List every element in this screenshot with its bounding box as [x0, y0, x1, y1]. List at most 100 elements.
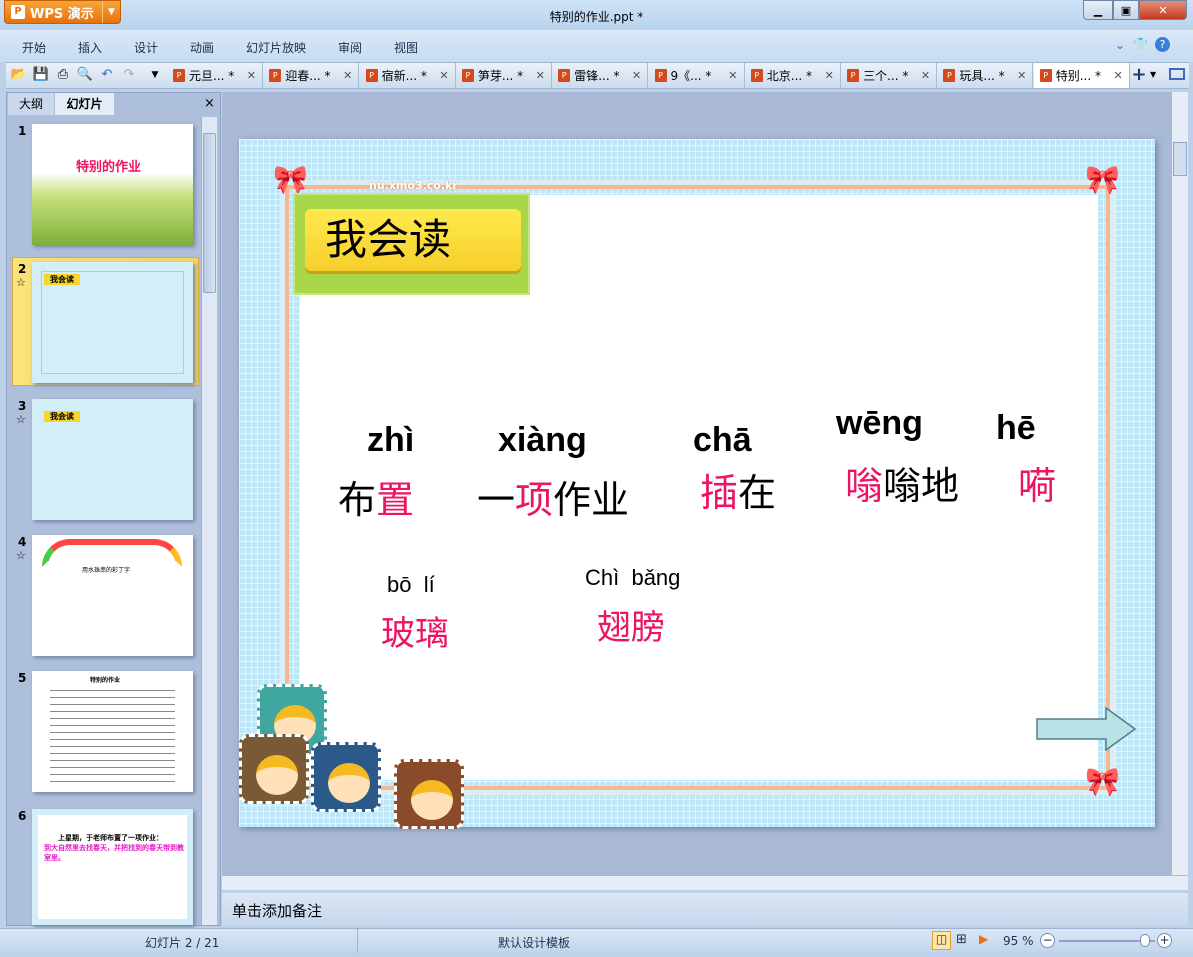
minimize-button[interactable]: ▁ — [1083, 0, 1113, 20]
thumb-text: 上星期，于老师布置了一项作业： — [58, 834, 163, 842]
close-tab-icon[interactable]: ✕ — [728, 69, 737, 82]
word: 插在 — [700, 471, 777, 515]
slide-thumb-4[interactable]: 用水珠串的彩丁字 — [32, 535, 193, 656]
document-tab[interactable]: P 三个... * ✕ — [841, 63, 938, 88]
print-icon[interactable]: ⎙ — [54, 66, 72, 84]
ppt-file-icon: P — [1039, 69, 1052, 82]
ppt-file-icon: P — [558, 69, 571, 82]
close-tab-icon[interactable]: ✕ — [247, 69, 256, 82]
scroll-thumb[interactable] — [1173, 142, 1187, 176]
menu-bar — [0, 30, 1193, 62]
animation-star-icon: ☆ — [16, 549, 26, 562]
word: 布置 — [338, 478, 415, 522]
document-tab[interactable]: P 雷锋... * ✕ — [552, 63, 649, 88]
zoom-out-button[interactable]: − — [1040, 933, 1055, 948]
thumb-number: 2 — [18, 262, 27, 276]
document-tab[interactable]: P 宿新... * ✕ — [360, 63, 456, 88]
menu-slideshow[interactable]: 幻灯片放映 — [246, 39, 306, 56]
word: 一项作业 — [477, 478, 630, 522]
menu-review[interactable]: 审阅 — [338, 39, 362, 56]
close-tab-icon[interactable]: ✕ — [1017, 69, 1026, 82]
vertical-scrollbar[interactable] — [1171, 92, 1188, 877]
menu-animation[interactable]: 动画 — [190, 39, 214, 56]
ppt-file-icon: P — [461, 69, 474, 82]
thumb-number: 1 — [18, 124, 27, 138]
menu-home[interactable]: 开始 — [22, 39, 46, 56]
slide-title[interactable]: 我会读 — [305, 209, 521, 271]
slide-thumb-6[interactable]: 上星期，于老师布置了一项作业： 到大自然里去找春天，并把找到的春天带到教室里。 — [32, 809, 193, 925]
pinyin: Chì bǎng — [585, 565, 681, 590]
tab-label: 元旦... * — [189, 69, 235, 83]
ppt-file-icon: P — [173, 69, 185, 82]
close-button[interactable]: ✕ — [1139, 0, 1187, 20]
document-tab[interactable]: P 玩具... * ✕ — [937, 63, 1034, 88]
document-tab[interactable]: P 迎春... * ✕ — [263, 63, 360, 88]
notes-area[interactable]: 单击添加备注 — [222, 893, 1188, 926]
current-slide[interactable]: nu.xmo3.co.kr 🎀 🎀 🎀 我会读 zhì xiàng chā wē… — [239, 139, 1155, 829]
next-arrow-icon[interactable] — [1036, 707, 1136, 751]
menu-design[interactable]: 设计 — [134, 39, 158, 56]
close-tab-icon[interactable]: ✕ — [921, 69, 930, 82]
menu-view[interactable]: 视图 — [394, 39, 418, 56]
document-tab[interactable]: P 笋芽... * ✕ — [456, 63, 552, 88]
bow-icon: 🎀 — [1085, 163, 1120, 196]
panel-close-icon[interactable]: × — [204, 96, 215, 111]
window-mode-icon[interactable] — [1169, 68, 1185, 80]
bow-icon: 🎀 — [1085, 765, 1120, 798]
tab-label: 宿新... * — [381, 69, 427, 83]
close-tab-icon[interactable]: ✕ — [632, 69, 641, 82]
thumb-text: 用水珠串的彩丁字 — [82, 567, 131, 574]
slide-thumb-1[interactable]: 特别的作业 — [32, 124, 193, 245]
tab-outline[interactable]: 大纲 — [8, 93, 54, 115]
help-icon[interactable]: ? — [1155, 37, 1170, 52]
collapse-ribbon-icon[interactable]: ⌄ — [1115, 38, 1125, 52]
slide-sorter-icon[interactable]: ⊞ — [956, 932, 967, 947]
skin-icon[interactable]: 👕 — [1133, 37, 1148, 51]
document-tab[interactable]: P 元旦... * ✕ — [167, 63, 263, 88]
cartoon-kid-image — [239, 734, 309, 804]
close-tab-icon[interactable]: ✕ — [439, 69, 448, 82]
word: 玻璃 — [381, 614, 449, 654]
maximize-button[interactable]: ▣ — [1113, 0, 1139, 20]
tab-label: 玩具... * — [959, 69, 1005, 83]
thumb-title: 我会读 — [44, 274, 80, 285]
document-tab[interactable]: P 9《... * ✕ — [649, 63, 745, 88]
save-icon[interactable]: 💾 — [32, 66, 50, 84]
tab-slides[interactable]: 幻灯片 — [55, 93, 114, 115]
close-tab-icon[interactable]: ✕ — [825, 69, 834, 82]
ppt-file-icon: P — [943, 69, 956, 82]
zoom-in-button[interactable]: + — [1157, 933, 1172, 948]
customize-toolbar-icon[interactable]: ▼ — [146, 66, 164, 84]
zoom-slider-thumb[interactable] — [1139, 934, 1150, 947]
new-tab-button[interactable]: + — [1128, 64, 1150, 86]
ppt-file-icon: P — [269, 69, 282, 82]
thumbnail-scrollbar[interactable] — [201, 117, 217, 925]
menu-insert[interactable]: 插入 — [78, 39, 102, 56]
normal-view-icon[interactable]: ◫ — [932, 931, 951, 950]
scroll-thumb[interactable] — [203, 133, 216, 293]
horizontal-scrollbar[interactable] — [222, 875, 1188, 890]
pinyin: chā — [693, 421, 752, 459]
document-tab[interactable]: P 北京... * ✕ — [745, 63, 841, 88]
close-tab-icon[interactable]: ✕ — [1113, 69, 1122, 82]
redo-icon[interactable]: ↷ — [120, 66, 138, 84]
document-tab[interactable]: P 特别... * ✕ — [1033, 63, 1130, 88]
design-template[interactable]: 默认设计模板 — [498, 934, 570, 951]
undo-icon[interactable]: ↶ — [98, 66, 116, 84]
slide-thumb-5[interactable]: 特别的作业 — [32, 671, 193, 792]
close-tab-icon[interactable]: ✕ — [536, 69, 545, 82]
thumb-title: 我会读 — [44, 411, 80, 422]
close-tab-icon[interactable]: ✕ — [343, 69, 352, 82]
slideshow-icon[interactable]: ▶ — [979, 932, 988, 946]
print-preview-icon[interactable]: 🔍 — [76, 66, 94, 84]
watermark: nu.xmo3.co.kr — [369, 179, 458, 192]
zoom-level: 95 % — [1003, 934, 1034, 948]
tab-list-dropdown-icon[interactable]: ▼ — [1150, 70, 1156, 79]
slide-thumb-3[interactable]: 我会读 — [32, 399, 193, 520]
tab-label: 三个... * — [863, 69, 909, 83]
pinyin: zhì — [367, 421, 415, 459]
open-icon[interactable]: 📂 — [10, 66, 28, 84]
ppt-file-icon: P — [847, 69, 860, 82]
slide-thumb-2[interactable]: 我会读 — [32, 262, 193, 383]
thumb-text: 到大自然里去找春天，并把找到的春天带到教室里。 — [44, 844, 184, 862]
